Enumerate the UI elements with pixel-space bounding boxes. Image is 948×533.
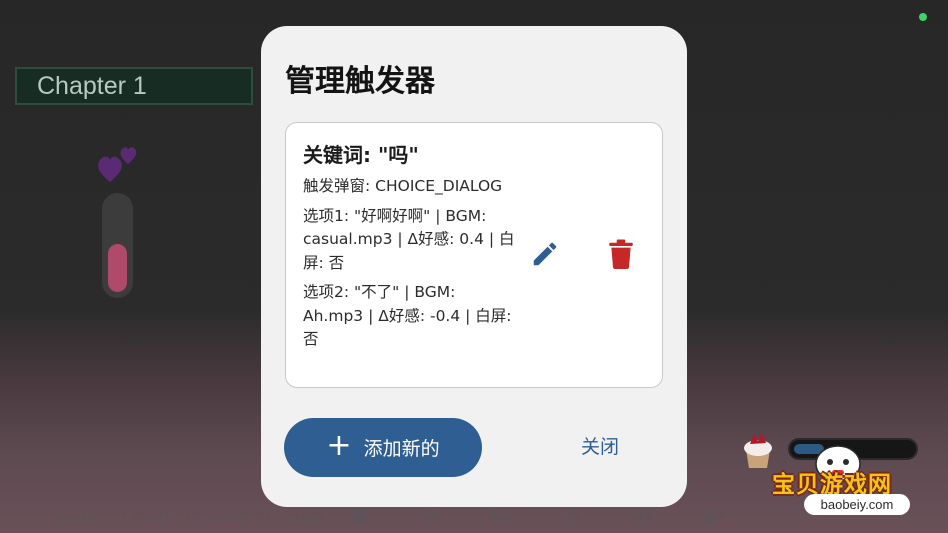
- skip-icon[interactable]: [490, 505, 512, 527]
- trigger-option-2: 选项2: "不了" | BGM: Ah.mp3 | Δ好感: -0.4 | 白屏…: [303, 283, 512, 348]
- trigger-card: 关键词: "吗" 触发弹窗: CHOICE_DIALOG 选项1: "好啊好啊"…: [285, 122, 663, 388]
- trigger-details: 触发弹窗: CHOICE_DIALOG 选项1: "好啊好啊" | BGM: c…: [303, 175, 515, 358]
- quick-save-button[interactable]: SAVE: [53, 509, 98, 529]
- play-icon[interactable]: [420, 505, 442, 527]
- quick-load-button[interactable]: LOAD: [123, 509, 171, 529]
- cupcake-icon: [744, 433, 772, 468]
- close-button[interactable]: 关闭: [581, 432, 619, 459]
- plus-icon: +: [326, 428, 352, 463]
- chapter-label: Chapter 1: [15, 67, 253, 105]
- volume-icon[interactable]: [632, 505, 654, 527]
- quick-qsave-button[interactable]: Q.SAVE: [186, 509, 250, 529]
- microphone-icon[interactable]: [561, 505, 583, 527]
- affection-meter-fill: [108, 244, 127, 292]
- status-indicator-dot: [919, 13, 927, 21]
- add-new-button[interactable]: + 添加新的: [284, 418, 482, 477]
- pencil-icon[interactable]: [530, 239, 560, 269]
- dialog-title: 管理触发器: [285, 64, 435, 99]
- trigger-option-1: 选项1: "好啊好啊" | BGM: casual.mp3 | Δ好感: 0.4…: [303, 206, 515, 272]
- trigger-keyword: 关键词: "吗": [303, 143, 419, 167]
- manage-triggers-dialog: 管理触发器 关键词: "吗" 触发弹窗: CHOICE_DIALOG 选项1: …: [261, 26, 687, 507]
- trash-icon[interactable]: [608, 239, 634, 269]
- watermark-url: baobeiy.com: [804, 494, 910, 515]
- exit-icon[interactable]: [703, 505, 725, 527]
- add-new-label: 添加新的: [363, 438, 440, 460]
- quick-qload-button[interactable]: Q.LOAD: [257, 509, 323, 529]
- gear-icon[interactable]: [349, 505, 371, 527]
- trigger-popup: 触发弹窗: CHOICE_DIALOG: [303, 177, 503, 195]
- hearts-icon: [98, 147, 137, 182]
